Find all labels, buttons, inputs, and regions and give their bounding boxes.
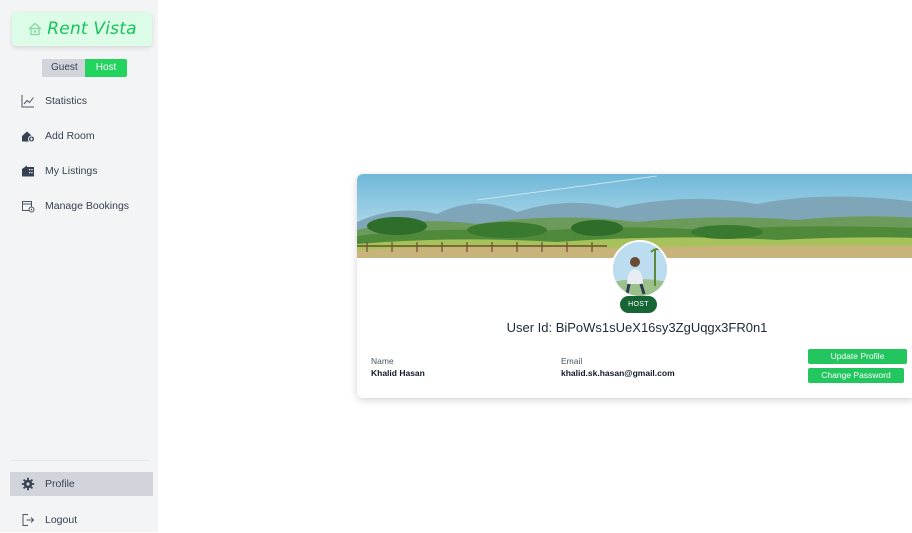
- update-profile-button[interactable]: Update Profile: [808, 349, 907, 364]
- calendar-gear-icon: [21, 199, 35, 213]
- sidebar-item-label: Logout: [45, 514, 78, 526]
- sidebar: Rent Vista Guest Host Statistics Add Roo…: [0, 0, 158, 532]
- logout-icon: [21, 513, 35, 527]
- sidebar-item-statistics[interactable]: Statistics: [0, 88, 158, 114]
- change-password-button[interactable]: Change Password: [808, 368, 904, 383]
- gear-icon: [21, 477, 35, 491]
- sidebar-item-logout[interactable]: Logout: [0, 507, 158, 533]
- sidebar-item-label: Statistics: [45, 95, 88, 107]
- email-value: khalid.sk.hasan@gmail.com: [561, 368, 675, 378]
- sidebar-item-manage-bookings[interactable]: Manage Bookings: [0, 193, 158, 219]
- sidebar-item-my-listings[interactable]: My Listings: [0, 158, 158, 184]
- brand-logo[interactable]: Rent Vista: [12, 12, 152, 46]
- brand-name: Rent Vista: [47, 19, 137, 39]
- house-add-icon: [21, 129, 35, 143]
- house-logo-icon: [27, 21, 43, 37]
- role-toggle: Guest Host: [42, 59, 127, 77]
- profile-card: HOST User Id: BiPoWs1sUeX16sy3ZgUqgx3FR0…: [357, 174, 912, 398]
- building-icon: [21, 164, 35, 178]
- name-label: Name: [371, 356, 394, 366]
- chart-line-icon: [21, 94, 35, 108]
- sidebar-item-label: My Listings: [45, 165, 98, 177]
- sidebar-item-profile[interactable]: Profile: [10, 472, 153, 496]
- avatar-image: [613, 242, 667, 296]
- host-toggle-button[interactable]: Host: [85, 59, 127, 77]
- sidebar-divider: [10, 460, 150, 461]
- sidebar-item-label: Add Room: [45, 130, 95, 142]
- sidebar-item-add-room[interactable]: Add Room: [0, 123, 158, 149]
- user-id: User Id: BiPoWs1sUeX16sy3ZgUqgx3FR0n1: [506, 320, 768, 335]
- sidebar-item-label: Profile: [45, 478, 75, 490]
- guest-toggle-button[interactable]: Guest: [42, 59, 85, 77]
- role-badge: HOST: [620, 296, 657, 313]
- name-value: Khalid Hasan: [371, 368, 425, 378]
- email-label: Email: [561, 356, 583, 366]
- sidebar-item-label: Manage Bookings: [45, 200, 130, 212]
- avatar: [611, 240, 669, 298]
